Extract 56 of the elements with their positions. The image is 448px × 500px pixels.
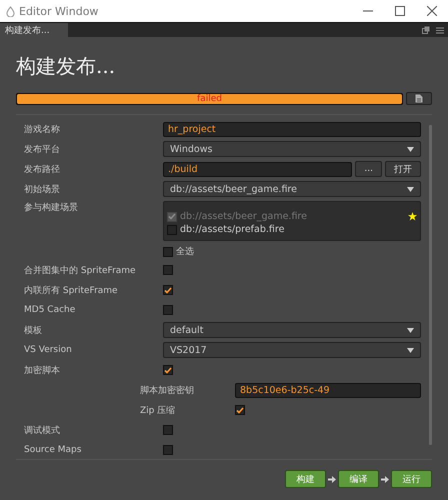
- field-label: 游戏名称: [24, 124, 61, 136]
- checkbox[interactable]: [163, 425, 173, 435]
- checkbox[interactable]: [163, 365, 173, 375]
- dropdown[interactable]: Windows: [163, 141, 421, 157]
- arrow-icon: [381, 476, 389, 482]
- checkbox[interactable]: [163, 246, 173, 256]
- action-button[interactable]: 编译: [338, 470, 379, 488]
- scene-path: db://assets/beer_game.fire: [180, 211, 308, 222]
- dropdown[interactable]: VS2017: [163, 342, 421, 358]
- button[interactable]: ...: [355, 161, 382, 177]
- field-label: 参与构建场景: [24, 202, 79, 214]
- caret-icon: [407, 186, 414, 192]
- checkbox[interactable]: [163, 285, 173, 295]
- dropdown[interactable]: default: [163, 322, 421, 338]
- field-label: 合并图集中的 SpriteFrame: [24, 264, 137, 276]
- maximize-icon[interactable]: [395, 6, 405, 16]
- input-field[interactable]: 8b5c10e6-b25c-49: [235, 382, 421, 398]
- log-button[interactable]: [406, 92, 432, 105]
- window-title: Editor Window: [19, 4, 100, 18]
- popout-icon[interactable]: [422, 26, 430, 34]
- checkbox[interactable]: [163, 445, 173, 455]
- menu-icon[interactable]: [436, 26, 444, 34]
- field-label: Zip 压缩: [140, 404, 176, 416]
- close-icon[interactable]: [427, 6, 437, 16]
- button[interactable]: 打开: [385, 161, 421, 177]
- caret-icon: [407, 348, 414, 352]
- action-button[interactable]: 运行: [391, 470, 432, 488]
- action-button[interactable]: 构建: [285, 470, 326, 488]
- field-label: 内联所有 SpriteFrame: [24, 284, 119, 296]
- field-label: 初始场景: [24, 184, 61, 196]
- caret-icon: [407, 328, 414, 332]
- field-label: 发布平台: [24, 144, 61, 156]
- field-label: 加密脚本: [24, 364, 61, 376]
- checkbox-label: 全选: [176, 246, 194, 258]
- field-label: 模板: [24, 324, 43, 336]
- arrow-icon: [328, 476, 336, 482]
- field-label: MD5 Cache: [24, 305, 76, 315]
- input-field[interactable]: ./build: [163, 162, 352, 176]
- app-logo-icon: [6, 6, 15, 16]
- dropdown[interactable]: db://assets/beer_game.fire: [163, 181, 421, 197]
- field-label: 脚本加密密钥: [140, 384, 195, 396]
- document-icon: [415, 94, 423, 103]
- progress-status: failed: [196, 92, 223, 104]
- checkbox[interactable]: [163, 265, 173, 275]
- scene-path: db://assets/prefab.fire: [180, 224, 286, 235]
- field-label: 调试模式: [24, 424, 61, 436]
- checkbox[interactable]: [163, 305, 173, 315]
- field-label: 发布路径: [24, 164, 61, 176]
- checkbox[interactable]: [235, 405, 245, 415]
- page-heading: 构建发布...: [16, 53, 116, 80]
- tab[interactable]: 构建发布...: [0, 23, 68, 37]
- caret-icon: [407, 146, 414, 152]
- field-label: Source Maps: [24, 445, 82, 455]
- checkbox[interactable]: [167, 224, 177, 234]
- field-label: VS Version: [24, 345, 73, 355]
- input-field[interactable]: hr_project: [163, 122, 421, 136]
